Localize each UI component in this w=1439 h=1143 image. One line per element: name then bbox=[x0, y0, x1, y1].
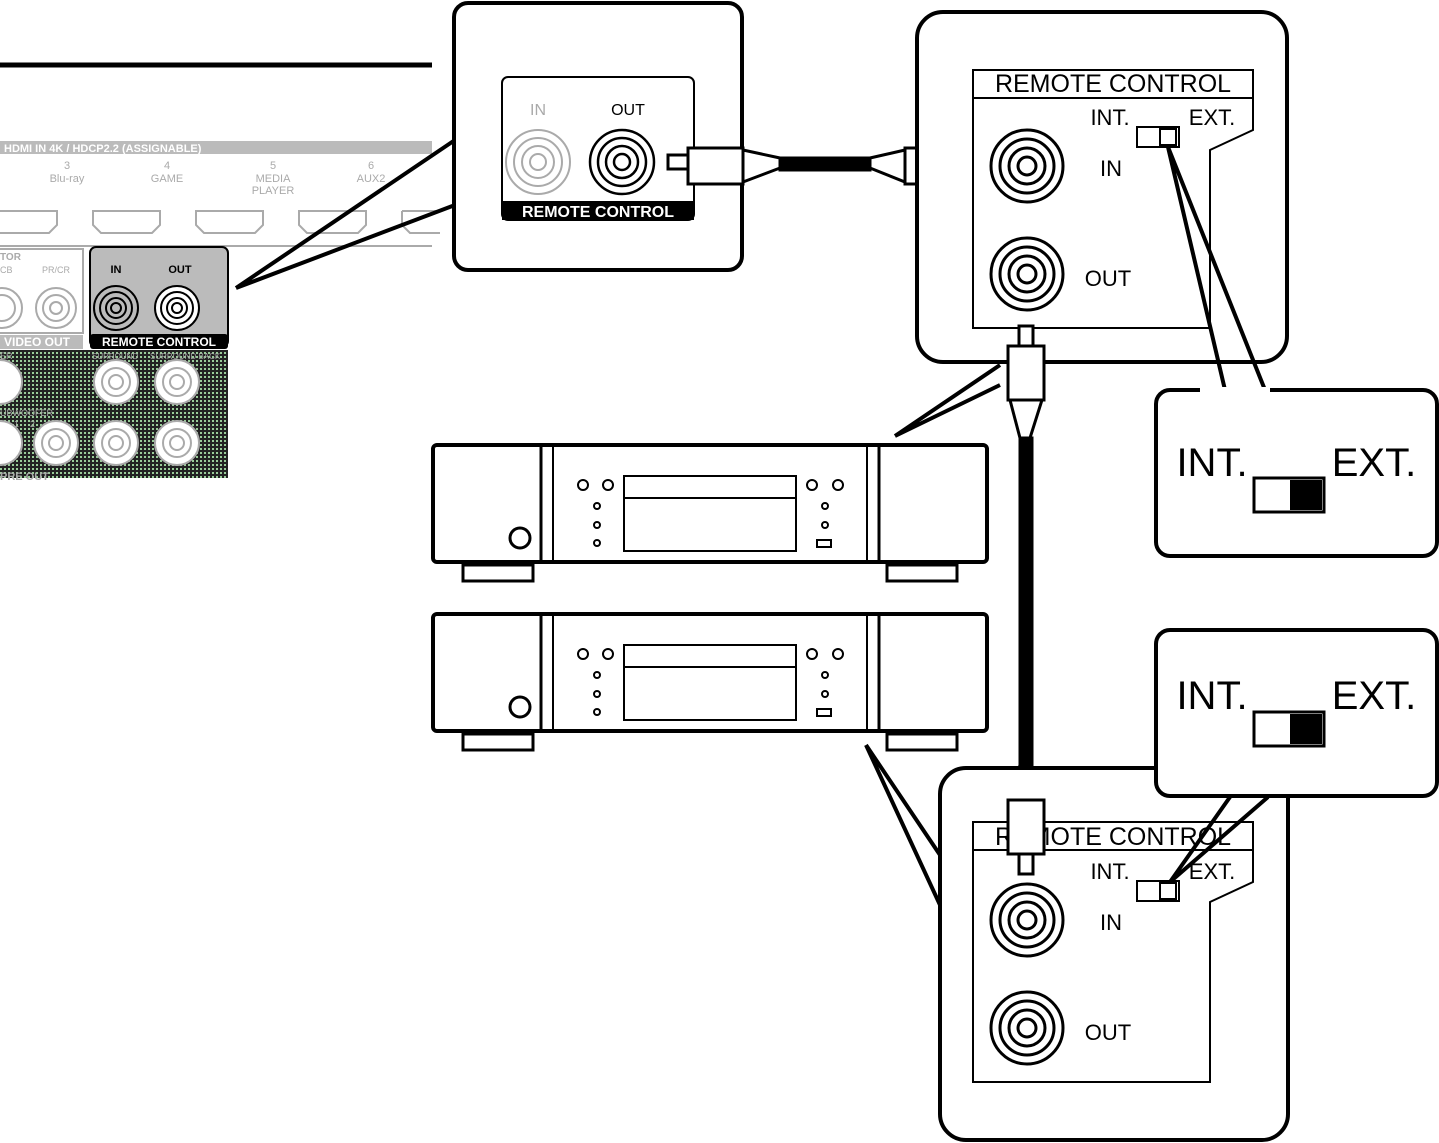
device-bottom-ext-label: EXT. bbox=[1189, 859, 1235, 884]
hdmi-header: HDMI IN 4K / HDCP2.2 (ASSIGNABLE) bbox=[4, 143, 202, 155]
device-top-switch[interactable] bbox=[1136, 126, 1180, 148]
hdmi-num: 4 bbox=[164, 160, 170, 172]
switch-callout-top: INT. EXT. bbox=[1154, 387, 1439, 558]
rc-out-label: OUT bbox=[168, 264, 192, 276]
callout-in-label: IN bbox=[530, 102, 546, 119]
rc-in-jack-icon bbox=[93, 285, 139, 331]
device-top-in-label: IN bbox=[1100, 156, 1122, 181]
monitor-label: TOR bbox=[0, 252, 22, 263]
sub2-label: 2 bbox=[30, 419, 35, 429]
hdmi-name: GAME bbox=[151, 173, 183, 185]
switch-bottom-ext-label: EXT. bbox=[1332, 674, 1416, 718]
device-top-out-label: OUT bbox=[1085, 266, 1131, 291]
device-top-ext-label: EXT. bbox=[1189, 105, 1235, 130]
connection-diagram: HDMI IN 4K / HDCP2.2 (ASSIGNABLE) 3 Blu-… bbox=[0, 1, 1439, 1142]
switch-callout-bottom: INT. EXT. bbox=[1154, 628, 1439, 798]
rc-out-jack-icon bbox=[154, 285, 200, 331]
hdmi-num: 3 bbox=[64, 160, 70, 172]
switch-top-ext-label: EXT. bbox=[1332, 441, 1416, 485]
switch-top-knob bbox=[1290, 480, 1322, 510]
receiver-remote-callout: IN OUT REMOTE CONTROL bbox=[452, 1, 744, 272]
video-out-label: VIDEO OUT bbox=[4, 335, 71, 349]
device-top-int-label: INT. bbox=[1090, 105, 1129, 130]
hdmi-name2: PLAYER bbox=[252, 185, 295, 197]
device-bottom-out-label: OUT bbox=[1085, 1020, 1131, 1045]
hdmi-num: 6 bbox=[368, 160, 374, 172]
device-unit-top bbox=[431, 443, 989, 583]
pr-label: PR/CR bbox=[42, 265, 71, 275]
callout-rc-label: REMOTE CONTROL bbox=[522, 204, 674, 221]
device-bottom-switch[interactable] bbox=[1136, 880, 1180, 902]
receiver-rear-panel: HDMI IN 4K / HDCP2.2 (ASSIGNABLE) 3 Blu-… bbox=[0, 62, 440, 483]
surround-back-label: SURROUND BACK bbox=[150, 352, 221, 361]
subwoofer-label: UBWOOFER bbox=[0, 408, 53, 418]
device-bottom-int-label: INT. bbox=[1090, 859, 1129, 884]
pb-label: CB bbox=[0, 265, 13, 275]
callout-out-label: OUT bbox=[611, 102, 645, 119]
hdmi-name: AUX2 bbox=[357, 173, 386, 185]
switch-bottom-int-label: INT. bbox=[1176, 674, 1247, 718]
hdmi-num: 5 bbox=[270, 160, 276, 172]
switch-top-int-label: INT. bbox=[1176, 441, 1247, 485]
switch-bottom-knob bbox=[1290, 714, 1322, 744]
rc-in-label: IN bbox=[111, 264, 122, 276]
device-bottom-in-label: IN bbox=[1100, 910, 1122, 935]
device-unit-bottom bbox=[431, 612, 989, 752]
rc-label: REMOTE CONTROL bbox=[102, 335, 216, 349]
pre-out-label: PRE OUT bbox=[0, 471, 49, 483]
sub1-label: 1 bbox=[14, 419, 19, 429]
device-top-rc-title: REMOTE CONTROL bbox=[995, 70, 1231, 98]
hdmi-port-icons bbox=[0, 210, 440, 247]
hdmi-name: Blu-ray bbox=[50, 173, 85, 185]
hdmi-name: MEDIA bbox=[256, 173, 292, 185]
